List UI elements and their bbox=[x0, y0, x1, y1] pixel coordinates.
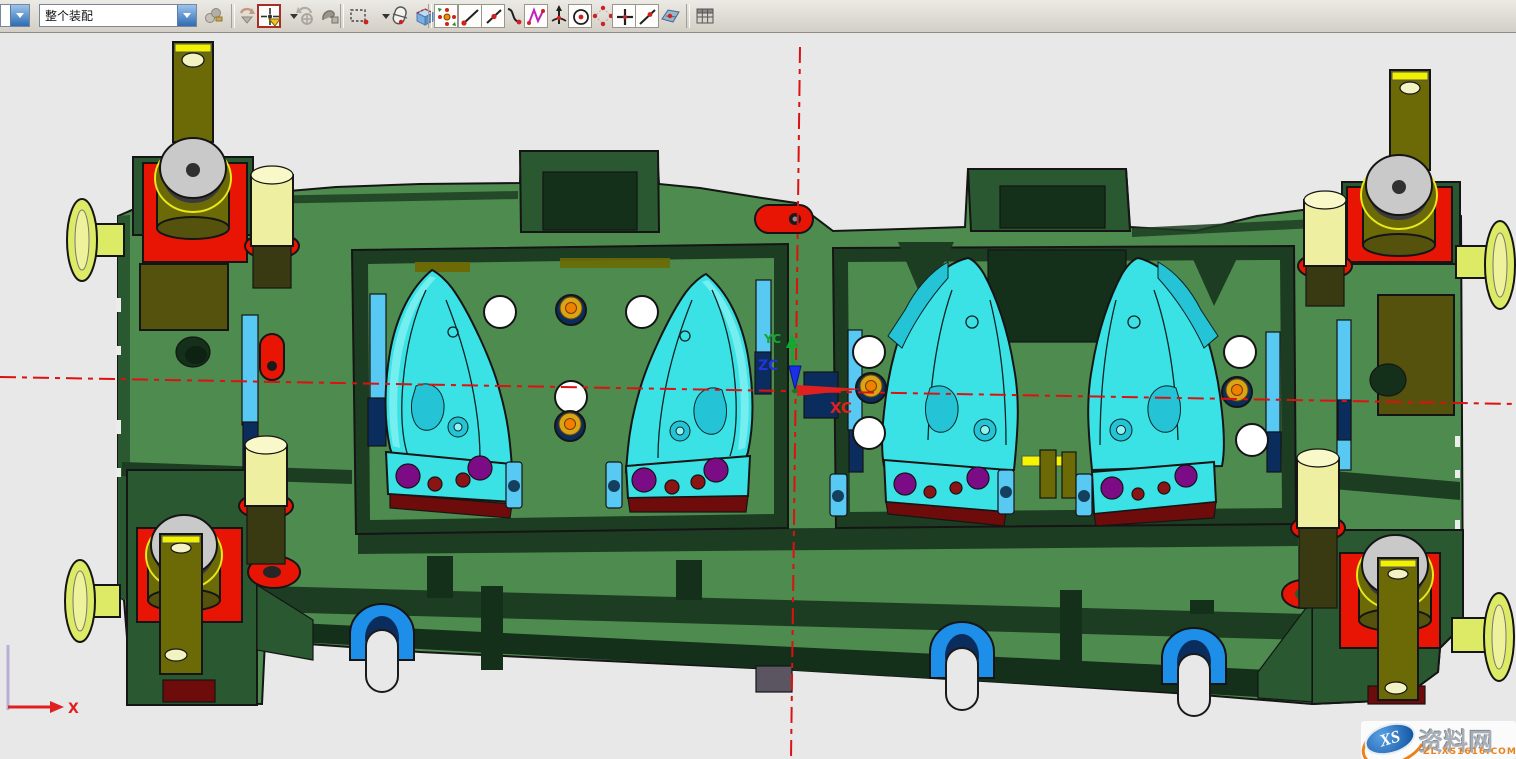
wcs-yc-label: YC bbox=[763, 332, 781, 346]
selection-toolbar: 整个装配 bbox=[0, 0, 1516, 33]
rectangle-select-icon[interactable] bbox=[347, 4, 371, 28]
point-filter-icon[interactable] bbox=[257, 4, 281, 28]
snap-enable-icon[interactable] bbox=[434, 4, 458, 28]
side-knob-top-left[interactable] bbox=[67, 199, 124, 281]
snap-existing-point-icon[interactable] bbox=[612, 4, 636, 28]
guide-bushing-icon bbox=[1361, 155, 1437, 256]
wcs-xc-label: XC bbox=[830, 399, 852, 417]
clamp-tab-top-left[interactable] bbox=[520, 151, 659, 232]
selection-scope-dropdown-icon[interactable] bbox=[177, 5, 196, 26]
toolbar-separator bbox=[340, 4, 344, 28]
clamp-tab-top-right[interactable] bbox=[968, 169, 1130, 231]
graphics-viewport[interactable]: YC ZC XC X bbox=[0, 33, 1516, 759]
corner-assembly-top-right[interactable] bbox=[1342, 70, 1460, 264]
snap-point-on-surface-icon[interactable] bbox=[658, 4, 682, 28]
latch-strap-icon bbox=[173, 42, 213, 142]
watermark-site-url: ZL.XS1616.COM bbox=[1423, 747, 1516, 757]
snap-spline-point-icon[interactable] bbox=[524, 4, 548, 28]
watermark-logo-text: XS bbox=[1377, 727, 1403, 752]
clamp-slot-3[interactable] bbox=[1162, 628, 1226, 716]
guide-pin-top-left[interactable] bbox=[245, 166, 299, 288]
watermark: XS 资料网 ZL.XS1616.COM bbox=[1361, 721, 1516, 759]
wcs-zc-label: ZC bbox=[758, 358, 778, 374]
view-triad: X bbox=[8, 645, 79, 717]
toolbar-separator bbox=[231, 4, 235, 28]
snap-point-on-curve-icon[interactable] bbox=[635, 4, 659, 28]
grid-icon[interactable] bbox=[693, 4, 717, 28]
snap-end-point-icon[interactable] bbox=[458, 4, 482, 28]
snap-mid-point-icon[interactable] bbox=[481, 4, 505, 28]
cad-application-window: 整个装配 bbox=[0, 0, 1516, 759]
view-triad-x-label: X bbox=[68, 701, 79, 717]
clamp-slot-2[interactable] bbox=[930, 622, 994, 710]
guide-pin-bottom-left[interactable] bbox=[239, 436, 293, 564]
snap-arc-center-icon[interactable] bbox=[568, 4, 592, 28]
reset-filter-icon[interactable] bbox=[294, 4, 318, 28]
clamp-slot-1[interactable] bbox=[350, 604, 414, 692]
side-knob-top-right[interactable] bbox=[1456, 221, 1515, 309]
latch-strap-icon bbox=[160, 534, 202, 674]
selection-history-icon[interactable] bbox=[318, 4, 342, 28]
assembly-scope-lock-icon[interactable] bbox=[202, 4, 226, 28]
mouse-select-icon[interactable] bbox=[388, 4, 412, 28]
side-knob-bottom-left[interactable] bbox=[65, 560, 120, 642]
selection-scope-combo[interactable]: 整个装配 bbox=[39, 4, 197, 27]
filter-dropdown-caret[interactable] bbox=[282, 4, 292, 28]
corner-assembly-top-left[interactable] bbox=[133, 42, 253, 262]
mini-filter-dropdown-icon[interactable] bbox=[10, 5, 29, 26]
guide-pin-bottom-right[interactable] bbox=[1291, 449, 1345, 608]
latch-strap-icon bbox=[1378, 558, 1418, 700]
guide-pin-top-right[interactable] bbox=[1298, 191, 1352, 306]
toolbar-separator bbox=[686, 4, 690, 28]
selection-scope-value: 整个装配 bbox=[40, 7, 177, 24]
toolbar-separator bbox=[428, 4, 432, 28]
mini-filter-combo[interactable] bbox=[0, 4, 30, 27]
select-dropdown-caret[interactable] bbox=[374, 4, 384, 28]
guide-bushing-icon bbox=[155, 138, 231, 239]
